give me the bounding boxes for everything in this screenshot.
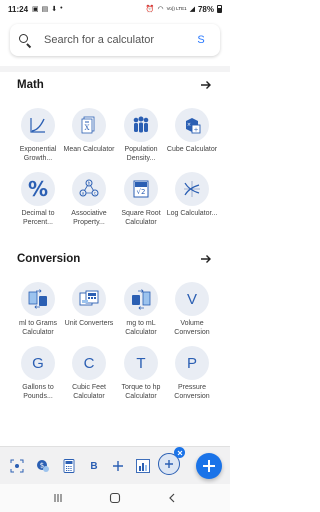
remove-badge-icon[interactable] bbox=[174, 447, 185, 458]
calc-label: Cubic Feet Calculator bbox=[72, 384, 106, 400]
calc-ml-to-grams[interactable]: ml to Grams Calculator bbox=[10, 282, 66, 337]
cube-calculator-icon: + × bbox=[175, 108, 209, 142]
letter-c-icon: C bbox=[72, 346, 106, 380]
calc-label: ml to Grams Calculator bbox=[18, 320, 58, 336]
svg-text:a: a bbox=[82, 191, 85, 196]
ml-to-grams-icon bbox=[21, 282, 55, 316]
unit-converters-icon bbox=[72, 282, 106, 316]
calc-label: Cube Calculator bbox=[166, 146, 218, 153]
plus-icon[interactable] bbox=[109, 457, 127, 475]
download-notification-icon: ⬇ bbox=[51, 6, 58, 13]
recents-icon[interactable] bbox=[48, 488, 68, 508]
calc-cube[interactable]: + × Cube Calculator bbox=[164, 108, 220, 154]
calc-label: Unit Converters bbox=[64, 320, 114, 327]
network-indicator: Vo)) LTE1 bbox=[166, 6, 187, 11]
mg-to-ml-icon bbox=[124, 282, 158, 316]
section-title-conversion: Conversion bbox=[17, 253, 81, 265]
calc-label: Pressure Conversion bbox=[174, 384, 210, 400]
calc-pressure-conversion[interactable]: P Pressure Conversion bbox=[164, 346, 220, 401]
calc-label: Torque to hp Calculator bbox=[121, 384, 161, 400]
calc-letter: G bbox=[32, 354, 44, 372]
svg-text:X: X bbox=[85, 124, 90, 132]
status-time: 11:24 bbox=[8, 4, 29, 14]
calc-decimal-to-percent[interactable]: % Decimal to Percent... bbox=[10, 172, 66, 227]
svg-text:c: c bbox=[94, 191, 96, 196]
calc-label: Exponential Growth... bbox=[19, 146, 57, 162]
math-section-header: Math bbox=[17, 78, 213, 92]
percent-icon: % bbox=[21, 172, 55, 206]
calc-label: Mean Calculator bbox=[63, 146, 115, 153]
calc-log[interactable]: Log Calculator... bbox=[164, 172, 220, 218]
svg-text:+: + bbox=[193, 127, 198, 134]
letter-g-icon: G bbox=[21, 346, 55, 380]
calc-label: Associative Property... bbox=[71, 210, 107, 226]
calc-letter: C bbox=[83, 354, 95, 372]
photo-notification-icon: ▣ bbox=[32, 6, 39, 13]
letter-b-icon[interactable]: B bbox=[85, 457, 103, 475]
calc-mean[interactable]: X Mean Calculator bbox=[61, 108, 117, 154]
avatar[interactable]: S bbox=[190, 29, 212, 51]
square-root-icon: √2 bbox=[124, 172, 158, 206]
calc-unit-converters[interactable]: Unit Converters bbox=[61, 282, 117, 328]
calc-label: Log Calculator... bbox=[166, 210, 218, 217]
plus-icon bbox=[203, 460, 215, 472]
section-divider bbox=[0, 66, 230, 72]
section-title-math: Math bbox=[17, 79, 44, 91]
alarm-icon: ⏰ bbox=[145, 6, 155, 13]
chart-icon[interactable] bbox=[134, 457, 152, 475]
search-icon bbox=[18, 33, 32, 49]
calc-label: Decimal to Percent... bbox=[21, 210, 55, 226]
calc-letter: P bbox=[186, 354, 197, 372]
battery-icon bbox=[217, 5, 222, 13]
battery-percent: 78% bbox=[197, 4, 214, 14]
search-bar[interactable]: S bbox=[10, 24, 220, 56]
calc-gallons-to-pounds[interactable]: G Gallons to Pounds... bbox=[10, 346, 66, 401]
calc-label: Square Root Calculator bbox=[121, 210, 161, 226]
system-nav-bar bbox=[0, 484, 230, 512]
calc-label: Population Density... bbox=[124, 146, 158, 162]
calc-population-density[interactable]: Population Density... bbox=[113, 108, 169, 163]
calc-label: mg to mL Calculator bbox=[125, 320, 157, 336]
calc-label: Gallons to Pounds... bbox=[22, 384, 54, 400]
message-notification-icon: ▤ bbox=[41, 6, 49, 13]
letter-v-icon: V bbox=[175, 282, 209, 316]
search-input[interactable] bbox=[44, 34, 190, 46]
calc-mg-to-ml[interactable]: mg to mL Calculator bbox=[113, 282, 169, 337]
calc-letter: V bbox=[186, 290, 197, 308]
svg-text:b: b bbox=[88, 181, 91, 186]
calc-exponential-growth[interactable]: Exponential Growth... bbox=[10, 108, 66, 163]
calculator-icon[interactable] bbox=[60, 457, 78, 475]
wifi-icon: ◠ bbox=[157, 6, 164, 13]
add-remove-icon[interactable] bbox=[158, 447, 185, 475]
calc-letter: T bbox=[136, 354, 146, 372]
home-icon[interactable] bbox=[105, 488, 125, 508]
conversion-see-all-arrow-icon[interactable] bbox=[199, 252, 213, 266]
letter-t-icon: T bbox=[124, 346, 158, 380]
calc-square-root[interactable]: √2 Square Root Calculator bbox=[113, 172, 169, 227]
math-see-all-arrow-icon[interactable] bbox=[199, 78, 213, 92]
calc-torque-to-hp[interactable]: T Torque to hp Calculator bbox=[113, 346, 169, 401]
associative-nodes-icon: ba c bbox=[72, 172, 106, 206]
status-bar: 11:24 ▣ ▤ ⬇ • ⏰ ◠ Vo)) LTE1 ◢ 78% bbox=[0, 0, 230, 18]
currency-icon[interactable]: $ bbox=[34, 457, 52, 475]
people-icon bbox=[124, 108, 158, 142]
back-icon[interactable] bbox=[162, 488, 182, 508]
dot-notification-icon: • bbox=[60, 5, 63, 12]
svg-text:×: × bbox=[187, 122, 191, 128]
calc-cubic-feet[interactable]: C Cubic Feet Calculator bbox=[61, 346, 117, 401]
signal-icon: ◢ bbox=[189, 6, 195, 13]
add-fab-button[interactable] bbox=[196, 453, 222, 479]
calc-volume-conversion[interactable]: V Volume Conversion bbox=[164, 282, 220, 337]
scan-icon[interactable] bbox=[8, 457, 26, 475]
svg-text:√2: √2 bbox=[137, 188, 146, 196]
exponential-curve-icon bbox=[21, 108, 55, 142]
letter-p-icon: P bbox=[175, 346, 209, 380]
conversion-section-header: Conversion bbox=[17, 252, 213, 266]
calc-label: Volume Conversion bbox=[174, 320, 210, 336]
tray-b-label: B bbox=[90, 460, 98, 472]
calc-associative-property[interactable]: ba c Associative Property... bbox=[61, 172, 117, 227]
log-curve-icon bbox=[175, 172, 209, 206]
mean-x-bar-icon: X bbox=[72, 108, 106, 142]
notification-icons: ▣ ▤ ⬇ • bbox=[32, 5, 63, 13]
